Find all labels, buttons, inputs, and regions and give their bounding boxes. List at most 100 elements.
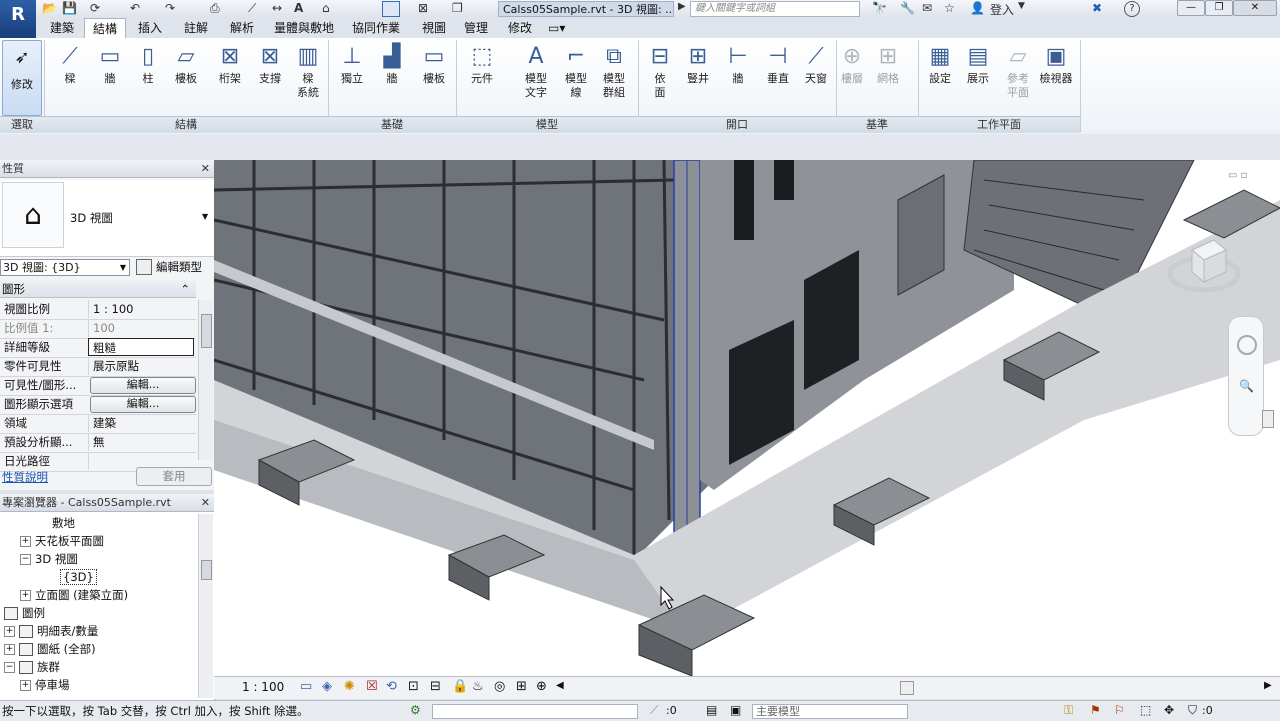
ribbon-button-4[interactable]: ⊠ 桁架 [210, 44, 250, 86]
select-underlay-icon[interactable]: ⚑ [1090, 703, 1101, 717]
tab-overflow-icon[interactable]: ▭▾ [540, 18, 573, 38]
measure-icon[interactable]: ⟋ [248, 1, 256, 17]
worksets-icon[interactable]: ⚙ [410, 703, 421, 717]
search-expand-icon[interactable]: ▶ [678, 1, 686, 17]
properties-help-link[interactable]: 性質說明 [2, 469, 48, 485]
property-row[interactable]: 零件可見性 展示原點 [0, 357, 196, 377]
type-selector[interactable]: ⌂ 3D 視圖 ▼ [0, 180, 214, 257]
viewcube-icon[interactable] [1164, 230, 1244, 300]
thin-lines-icon[interactable] [382, 1, 400, 17]
property-row[interactable]: 預設分析顯... 無 [0, 433, 196, 453]
tree-item[interactable]: + 圖紙 (全部) [0, 640, 198, 658]
design-option-icon[interactable]: ▣ [730, 703, 741, 717]
steering-wheel-icon[interactable] [1237, 335, 1257, 355]
properties-scrollbar[interactable] [198, 300, 213, 460]
close-hidden-icon[interactable]: ⊠ [418, 1, 428, 17]
ribbon-button-14[interactable]: ⊟ 依 面 [640, 44, 680, 100]
binoculars-icon[interactable]: 🔭 [872, 1, 887, 17]
graphics-section-header[interactable]: 圖形 ⌃ [0, 280, 196, 298]
favorites-icon[interactable]: ☆ [944, 1, 955, 17]
property-row[interactable]: 可見性/圖形... 編輯... [0, 376, 196, 396]
switch-windows-icon[interactable]: ❐ [452, 1, 463, 17]
tab-8[interactable]: 管理 [456, 18, 496, 38]
tab-9[interactable]: 修改 [500, 18, 540, 38]
browser-close-icon[interactable]: ✕ [201, 494, 210, 512]
select-links-icon[interactable]: ⚿ [1064, 703, 1073, 718]
design-options-icon[interactable]: ▤ [706, 703, 717, 717]
reveal-hidden-icon[interactable]: ◎ [494, 679, 505, 694]
browser-scrollbar[interactable] [198, 514, 213, 698]
tree-item[interactable]: 敷地 [0, 514, 198, 532]
search-input[interactable]: 鍵入關鍵字或詞組 [690, 1, 860, 17]
property-row[interactable]: 詳細等級 粗糙 [0, 338, 196, 358]
type-dropdown-icon[interactable]: ▼ [202, 212, 208, 221]
redo-icon[interactable]: ↷ [165, 1, 175, 17]
ribbon-button-9[interactable]: ▭ 樓板 [414, 44, 454, 86]
ribbon-button-10[interactable]: ⬚ 元件 [462, 44, 502, 86]
view-scale[interactable]: 1 : 100 [242, 680, 284, 694]
collapse-icon[interactable]: ⌃ [180, 280, 190, 298]
tree-item[interactable]: 圖例 [0, 604, 198, 622]
property-value[interactable]: 展示原點 [88, 357, 194, 375]
print-icon[interactable]: ⎙ [210, 1, 220, 17]
ribbon-button-16[interactable]: ⊢ 牆 [718, 44, 758, 86]
ribbon-button-13[interactable]: ⧉ 模型 群組 [594, 44, 634, 100]
ribbon-button-17[interactable]: ⊣ 垂直 [758, 44, 798, 86]
workset-field[interactable] [432, 704, 638, 719]
lock-view-icon[interactable]: 🔒 [452, 679, 468, 694]
ribbon-button-11[interactable]: A 模型 文字 [516, 44, 556, 100]
tab-0[interactable]: 建築 [42, 18, 82, 38]
tab-3[interactable]: 註解 [176, 18, 216, 38]
ribbon-button-5[interactable]: ⊠ 支撐 [250, 44, 290, 86]
modify-button[interactable]: ➶ 修改 [2, 40, 42, 116]
property-value[interactable]: 建築 [88, 414, 194, 432]
analytical-model-icon[interactable]: ⊞ [516, 679, 527, 694]
ribbon-button-21[interactable]: ▦ 設定 [920, 44, 960, 86]
ribbon-button-22[interactable]: ▤ 展示 [958, 44, 998, 86]
ribbon-button-7[interactable]: ⊥ 獨立 [332, 44, 372, 86]
ribbon-button-8[interactable]: ▟ 牆 [372, 44, 412, 86]
detail-level-icon[interactable]: ▭ [300, 679, 312, 694]
property-row[interactable]: 圖形顯示選項 編輯... [0, 395, 196, 415]
ribbon-button-6[interactable]: ▥ 樑 系統 [288, 44, 328, 100]
save-icon[interactable]: 💾 [62, 1, 77, 17]
tab-7[interactable]: 視圖 [414, 18, 454, 38]
viewport-restore-icon[interactable]: ▭ ▫ [1228, 170, 1247, 181]
sign-in-label[interactable]: 登入 [990, 1, 1014, 17]
sun-path-icon[interactable]: ✺ [344, 679, 355, 694]
apply-button[interactable]: 套用 [136, 467, 212, 486]
hscroll-thumb[interactable] [900, 681, 914, 695]
maximize-button[interactable]: ❐ [1205, 0, 1233, 16]
editing-requests-icon[interactable]: ⟋ [650, 703, 658, 718]
tree-expand-icon[interactable]: − [4, 662, 15, 673]
undo-icon[interactable]: ↶ [130, 1, 140, 17]
ribbon-panel-label-0[interactable]: 選取 [0, 116, 44, 133]
visual-style-icon[interactable]: ◈ [322, 679, 332, 694]
viewcube[interactable] [1164, 230, 1244, 300]
instance-selector[interactable]: 3D 視圖: {3D} ▼ [0, 259, 130, 276]
tab-5[interactable]: 量體與敷地 [266, 18, 342, 38]
open-icon[interactable]: 📂 [42, 1, 57, 17]
sync-icon[interactable]: ⟳ [90, 1, 100, 17]
ribbon-button-18[interactable]: ⟋ 天窗 [796, 44, 836, 86]
browser-scroll-thumb[interactable] [201, 560, 212, 580]
filter-icon[interactable]: ⛉ [1188, 703, 1197, 718]
ribbon-button-1[interactable]: ▭ 牆 [90, 44, 130, 86]
temp-hide-icon[interactable]: ♨ [472, 679, 484, 694]
property-edit-button[interactable]: 編輯... [90, 377, 196, 394]
ribbon-button-15[interactable]: ⊞ 豎井 [678, 44, 718, 86]
building-model[interactable] [214, 160, 1280, 676]
ribbon-button-24[interactable]: ▣ 檢視器 [1036, 44, 1076, 86]
viewport-vscroll-thumb[interactable] [1262, 410, 1274, 428]
dimension-icon[interactable]: ↔ [272, 1, 282, 17]
ribbon-button-12[interactable]: ⌐ 模型 線 [556, 44, 596, 100]
tab-1[interactable]: 結構 [84, 18, 127, 39]
property-row[interactable]: 視圖比例 1 : 100 [0, 300, 196, 320]
tree-item[interactable]: {3D} [0, 568, 198, 586]
tree-item[interactable]: − 族群 [0, 658, 198, 676]
tree-expand-icon[interactable]: + [20, 590, 31, 601]
tab-2[interactable]: 插入 [130, 18, 170, 38]
shadows-icon[interactable]: ☒ [366, 679, 378, 694]
text-icon[interactable]: A [294, 1, 303, 17]
drag-elements-icon[interactable]: ✥ [1164, 703, 1174, 717]
